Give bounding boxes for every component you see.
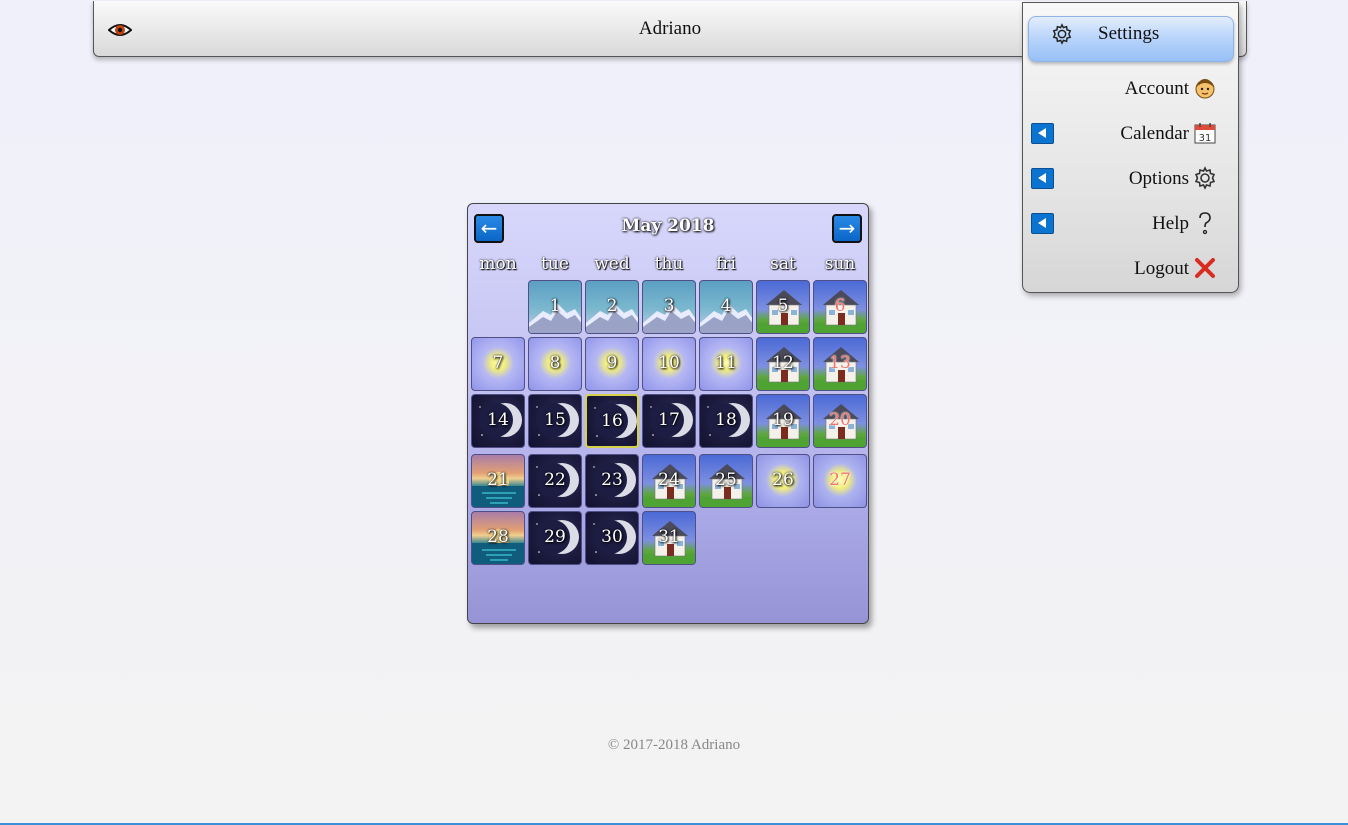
expand-arrow-icon[interactable]: [1031, 213, 1054, 234]
menu-item-label: Settings: [1098, 23, 1160, 44]
calendar-day[interactable]: 24: [642, 454, 696, 508]
calendar-day[interactable]: 23: [585, 454, 639, 508]
calendar-day[interactable]: 22: [528, 454, 582, 508]
calendar-day[interactable]: 3: [642, 280, 696, 334]
calendar-day[interactable]: 21: [471, 454, 525, 508]
menu-item-help[interactable]: Help: [1023, 206, 1240, 240]
day-number: 16: [601, 411, 623, 431]
calendar-day[interactable]: 1: [528, 280, 582, 334]
menu-item-account[interactable]: Account: [1023, 71, 1240, 105]
calendar-icon: 31: [1194, 123, 1216, 144]
day-number: 11: [715, 353, 737, 373]
calendar-day[interactable]: 30: [585, 511, 639, 565]
day-number: 21: [487, 470, 509, 490]
day-number: 26: [772, 470, 794, 490]
day-number: 19: [772, 410, 794, 430]
menu-item-logout[interactable]: Logout: [1023, 251, 1240, 285]
question-icon: [1199, 212, 1211, 235]
day-number: 20: [829, 410, 851, 430]
calendar-day[interactable]: 8: [528, 337, 582, 391]
menu-item-options[interactable]: Options: [1023, 161, 1240, 195]
day-number: 5: [777, 296, 789, 316]
calendar-day[interactable]: 18: [699, 394, 753, 448]
expand-arrow-icon[interactable]: [1031, 123, 1054, 144]
calendar-day[interactable]: 13: [813, 337, 867, 391]
calendar-day[interactable]: 25: [699, 454, 753, 508]
menu-item-settings[interactable]: Settings: [1028, 16, 1234, 62]
day-number: 31: [658, 527, 680, 547]
day-number: 28: [487, 527, 509, 547]
menu-item-label: Calendar: [1120, 123, 1189, 144]
day-number: 15: [544, 410, 566, 430]
calendar-day[interactable]: 6: [813, 280, 867, 334]
weekday-sat: sat: [770, 254, 796, 274]
menu-item-label: Account: [1124, 78, 1189, 99]
weekday-tue: tue: [541, 254, 569, 274]
menu-item-label: Options: [1128, 168, 1189, 189]
calendar-day[interactable]: 26: [756, 454, 810, 508]
day-number: 1: [549, 296, 561, 316]
face-icon: [1195, 79, 1215, 99]
day-number: 17: [658, 410, 680, 430]
calendar-day[interactable]: 10: [642, 337, 696, 391]
calendar-day[interactable]: 27: [813, 454, 867, 508]
day-number: 6: [834, 296, 846, 316]
calendar-day[interactable]: 5: [756, 280, 810, 334]
day-number: 7: [492, 353, 504, 373]
calendar-day[interactable]: 11: [699, 337, 753, 391]
weekday-thu: thu: [654, 254, 684, 274]
calendar-day[interactable]: 14: [471, 394, 525, 448]
month-title: May 2018: [621, 216, 715, 236]
calendar-day[interactable]: 29: [528, 511, 582, 565]
calendar-day[interactable]: 12: [756, 337, 810, 391]
day-number: 9: [606, 353, 618, 373]
weekday-fri: fri: [716, 254, 736, 274]
calendar-day[interactable]: 16: [585, 394, 639, 448]
expand-arrow-icon[interactable]: [1031, 168, 1054, 189]
day-number: 13: [829, 353, 851, 373]
gear-icon: [1194, 166, 1216, 190]
menu-item-label: Help: [1152, 213, 1189, 234]
calendar-day[interactable]: 2: [585, 280, 639, 334]
day-number: 27: [829, 470, 851, 490]
day-number: 24: [658, 470, 680, 490]
calendar-day[interactable]: 28: [471, 511, 525, 565]
calendar-day[interactable]: 20: [813, 394, 867, 448]
weekday-mon: mon: [479, 254, 517, 274]
close-icon: [1195, 258, 1215, 278]
user-menu: Settings Account Calendar 31 Options Hel…: [1022, 2, 1239, 293]
day-number: 25: [715, 470, 737, 490]
calendar-widget: ← May 2018 → mon tue wed thu fri sat sun 12345…: [467, 203, 869, 624]
gear-icon: [1052, 23, 1072, 45]
day-number: 12: [772, 353, 794, 373]
day-number: 14: [487, 410, 509, 430]
day-number: 2: [606, 296, 618, 316]
footer-copyright: © 2017-2018 Adriano: [607, 737, 741, 753]
menu-item-calendar[interactable]: Calendar 31: [1023, 116, 1240, 150]
day-number: 8: [549, 353, 561, 373]
calendar-day[interactable]: 7: [471, 337, 525, 391]
calendar-day[interactable]: 17: [642, 394, 696, 448]
weekday-wed: wed: [594, 254, 630, 274]
day-number: 29: [544, 527, 566, 547]
calendar-day[interactable]: 4: [699, 280, 753, 334]
calendar-day[interactable]: 19: [756, 394, 810, 448]
day-number: 30: [601, 527, 623, 547]
calendar-day[interactable]: 15: [528, 394, 582, 448]
day-number: 10: [658, 353, 680, 373]
calendar-day[interactable]: 9: [585, 337, 639, 391]
menu-item-label: Logout: [1134, 258, 1189, 279]
next-month-button[interactable]: →: [832, 214, 862, 243]
day-number: 18: [715, 410, 737, 430]
calendar-day[interactable]: 31: [642, 511, 696, 565]
weekday-sun: sun: [824, 254, 856, 274]
day-number: 4: [720, 296, 732, 316]
day-number: 22: [544, 470, 566, 490]
calendar-icon-text: 31: [1199, 133, 1212, 144]
day-number: 23: [601, 470, 623, 490]
day-number: 3: [663, 296, 675, 316]
